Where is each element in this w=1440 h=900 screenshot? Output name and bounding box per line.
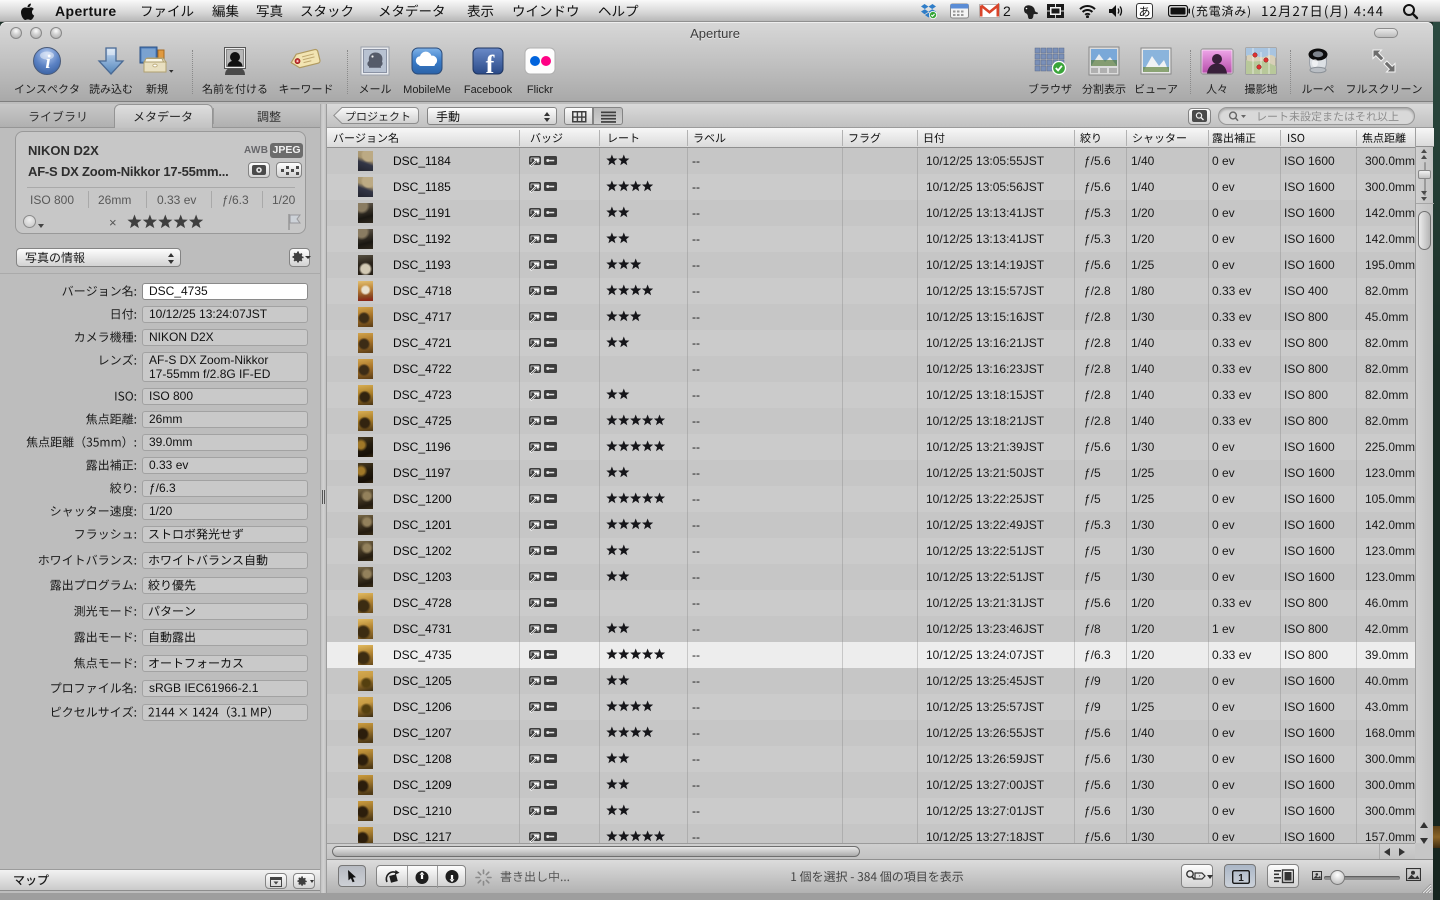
svg-text:f: f xyxy=(486,50,495,76)
svg-text:i: i xyxy=(45,52,51,73)
svg-text:1: 1 xyxy=(1238,873,1244,884)
